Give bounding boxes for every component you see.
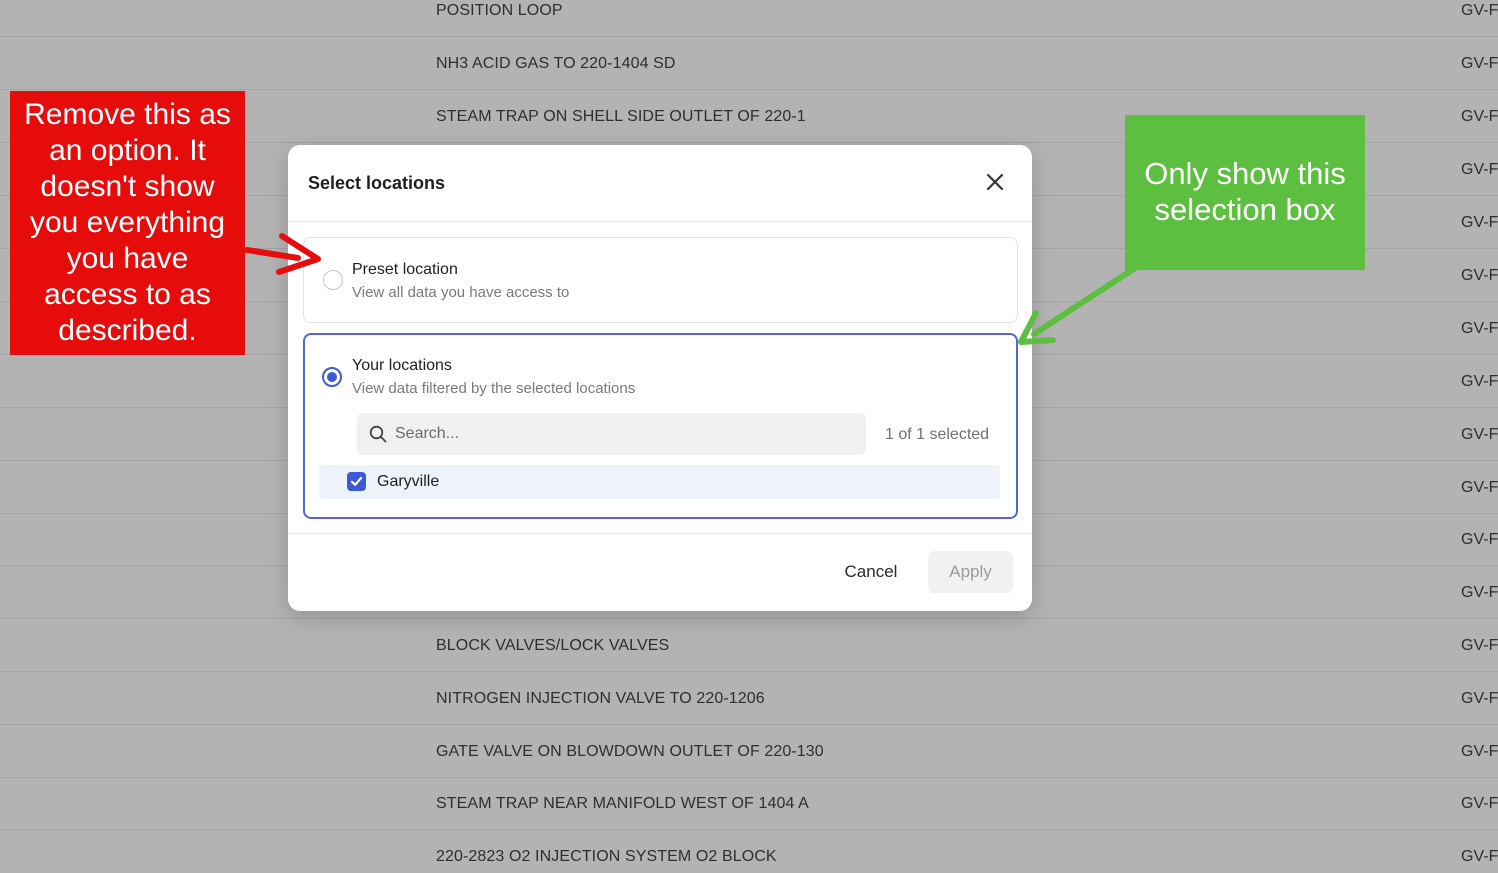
red-annotation-note: Remove this as an option. It doesn't sho… bbox=[10, 91, 245, 355]
preset-location-description: View all data you have access to bbox=[352, 284, 570, 301]
row-description: STEAM TRAP NEAR MANIFOLD WEST OF 1404 A bbox=[436, 794, 809, 812]
location-search-box[interactable] bbox=[357, 413, 866, 455]
search-input[interactable] bbox=[395, 413, 855, 455]
table-row[interactable]: GATE VALVE ON BLOWDOWN OUTLET OF 220-130… bbox=[0, 725, 1498, 778]
row-code: GV-F bbox=[1461, 107, 1498, 125]
location-checkbox[interactable] bbox=[347, 472, 366, 491]
red-note-line: described. bbox=[58, 314, 197, 347]
row-description: GATE VALVE ON BLOWDOWN OUTLET OF 220-130 bbox=[436, 742, 824, 760]
row-code: GV-F bbox=[1461, 478, 1498, 496]
table-row[interactable]: POSITION LOOP GV-F bbox=[0, 0, 1498, 37]
row-code: GV-F bbox=[1461, 160, 1498, 178]
row-code: GV-F bbox=[1461, 1, 1498, 19]
dialog-title: Select locations bbox=[308, 173, 446, 193]
selected-count: 1 of 1 selected bbox=[885, 426, 990, 443]
row-description: 220-2823 O2 INJECTION SYSTEM O2 BLOCK bbox=[436, 847, 777, 865]
location-label: Garyville bbox=[377, 473, 440, 490]
green-note-line: selection box bbox=[1154, 192, 1336, 227]
select-locations-dialog: Select locations Preset location View al… bbox=[288, 145, 1032, 611]
red-note-line: you everything bbox=[29, 206, 226, 239]
row-description: POSITION LOOP bbox=[436, 1, 563, 19]
row-description: NITROGEN INJECTION VALVE TO 220-1206 bbox=[436, 689, 765, 707]
row-code: GV-F bbox=[1461, 54, 1498, 72]
row-description: STEAM TRAP ON SHELL SIDE OUTLET OF 220-1 bbox=[436, 107, 806, 125]
red-note-line: Remove this as bbox=[24, 98, 231, 131]
red-note-line: you have bbox=[66, 242, 189, 275]
table-row[interactable]: STEAM TRAP NEAR MANIFOLD WEST OF 1404 A G… bbox=[0, 777, 1498, 830]
your-locations-option[interactable]: Your locations View data filtered by the… bbox=[303, 333, 1018, 519]
dialog-footer: Cancel Apply bbox=[288, 533, 1032, 611]
preset-location-radio[interactable] bbox=[323, 270, 343, 290]
dialog-header: Select locations bbox=[288, 145, 1032, 222]
close-button[interactable] bbox=[980, 167, 1010, 197]
your-locations-label: Your locations bbox=[352, 357, 452, 374]
cancel-button[interactable]: Cancel bbox=[828, 551, 914, 593]
row-code: GV-F bbox=[1461, 847, 1498, 865]
table-row[interactable]: NITROGEN INJECTION VALVE TO 220-1206 GV-F bbox=[0, 672, 1498, 725]
table-row[interactable]: NH3 ACID GAS TO 220-1404 SD GV-F bbox=[0, 37, 1498, 90]
row-description: BLOCK VALVES/LOCK VALVES bbox=[436, 636, 670, 654]
row-code: GV-F bbox=[1461, 213, 1498, 231]
checkmark-icon bbox=[350, 476, 363, 486]
your-locations-radio[interactable] bbox=[322, 367, 342, 387]
green-annotation-note: Only show this selection box bbox=[1125, 115, 1365, 270]
red-note-line: doesn't show bbox=[40, 170, 215, 203]
row-code: GV-F bbox=[1461, 425, 1498, 443]
row-description: NH3 ACID GAS TO 220-1404 SD bbox=[436, 54, 676, 72]
row-code: GV-F bbox=[1461, 742, 1498, 760]
row-code: GV-F bbox=[1461, 372, 1498, 390]
table-row[interactable]: BLOCK VALVES/LOCK VALVES GV-F bbox=[0, 619, 1498, 672]
row-code: GV-F bbox=[1461, 530, 1498, 548]
close-icon bbox=[986, 173, 1004, 191]
green-note-line: Only show this bbox=[1144, 156, 1346, 191]
apply-button[interactable]: Apply bbox=[928, 551, 1013, 593]
your-locations-description: View data filtered by the selected locat… bbox=[352, 380, 636, 397]
row-code: GV-F bbox=[1461, 583, 1498, 601]
search-icon bbox=[369, 425, 387, 443]
row-code: GV-F bbox=[1461, 794, 1498, 812]
location-item-garyville[interactable]: Garyville bbox=[319, 465, 1000, 499]
red-note-line: access to as bbox=[44, 278, 211, 311]
preset-location-label: Preset location bbox=[352, 261, 458, 278]
preset-location-option[interactable]: Preset location View all data you have a… bbox=[303, 237, 1018, 323]
row-code: GV-F bbox=[1461, 319, 1498, 337]
red-note-line: an option. It bbox=[49, 134, 206, 167]
row-code: GV-F bbox=[1461, 636, 1498, 654]
table-row[interactable]: 220-2823 O2 INJECTION SYSTEM O2 BLOCK GV-… bbox=[0, 830, 1498, 873]
row-code: GV-F bbox=[1461, 689, 1498, 707]
row-code: GV-F bbox=[1461, 266, 1498, 284]
